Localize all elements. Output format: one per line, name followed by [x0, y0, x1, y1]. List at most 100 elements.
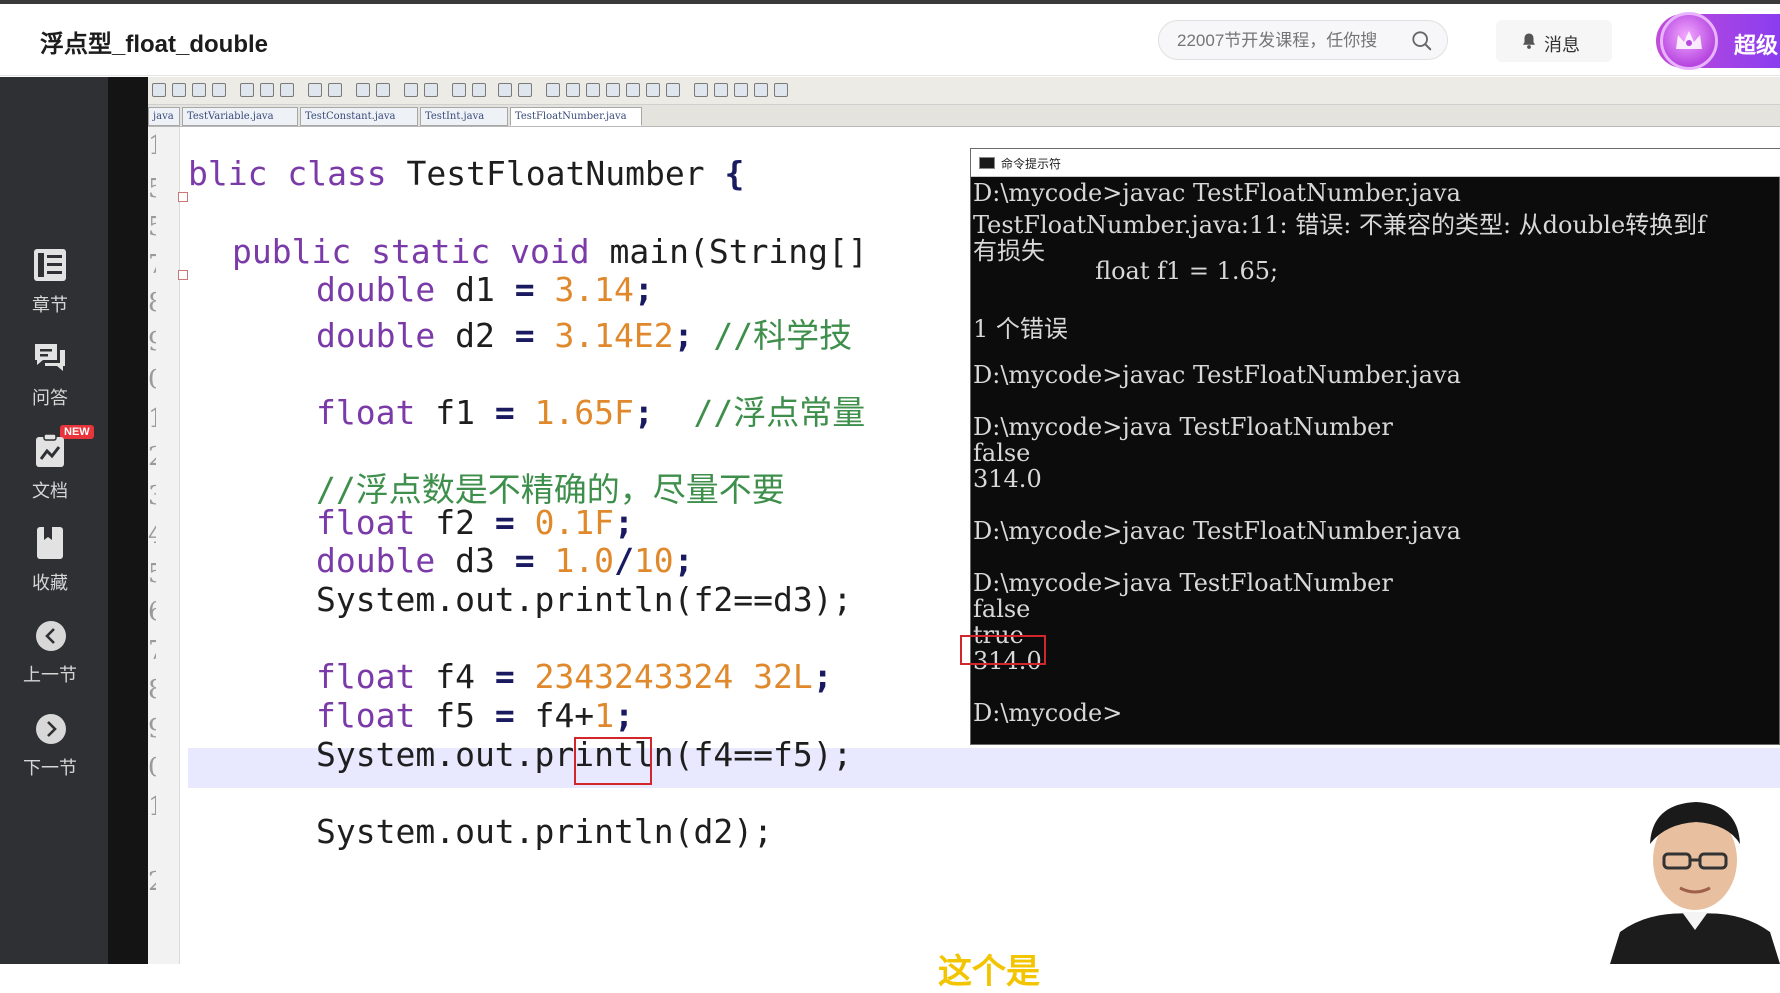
code-operator: = — [514, 541, 535, 580]
line-number: 1 — [148, 792, 156, 822]
fold-marker[interactable] — [178, 270, 188, 280]
replace-icon[interactable] — [376, 83, 390, 97]
edit-icon[interactable] — [626, 83, 640, 97]
messages-button[interactable]: 消息 — [1496, 20, 1612, 62]
terminal-icon — [979, 157, 995, 169]
code-operator: = — [494, 657, 515, 696]
tab-testvariable[interactable]: TestVariable.java — [182, 107, 298, 126]
code-keyword: float — [316, 393, 416, 432]
fold-strip — [180, 127, 188, 964]
tab-testfloatnumber[interactable]: TestFloatNumber.java — [510, 107, 642, 126]
code-line-println3[interactable]: System.out.println(d2); — [316, 812, 773, 851]
sidebar-item-label: 收藏 — [32, 573, 68, 593]
view-icon[interactable] — [666, 83, 680, 97]
fold-marker[interactable] — [178, 192, 188, 202]
code-keyword: float — [316, 503, 416, 542]
code-number: 1.65F — [514, 393, 634, 432]
stop-icon[interactable] — [714, 83, 728, 97]
search-input[interactable] — [1177, 29, 1397, 53]
console-line: 1 个错误 — [973, 315, 1068, 343]
code-line-f1[interactable]: float f1 = 1.65F; //浮点常量 — [316, 386, 865, 434]
line-number: 0 — [148, 753, 156, 783]
code-line-d3[interactable]: double d3 = 1.0/10; — [316, 541, 694, 580]
tab-java[interactable]: java — [148, 107, 180, 126]
sidebar-item-label: 问答 — [32, 388, 68, 408]
annotation-box-code — [574, 737, 652, 785]
redo-icon[interactable] — [328, 83, 342, 97]
code-operator: / — [614, 541, 634, 580]
sidebar-item-docs[interactable]: NEW 文档 — [0, 425, 100, 513]
new-file-icon[interactable] — [152, 83, 166, 97]
code-line-main[interactable]: public static void main(String[] — [232, 232, 888, 271]
sidebar-item-favorites[interactable]: 收藏 — [0, 525, 100, 605]
code-identifier: d3 — [435, 541, 515, 580]
paste-icon[interactable] — [280, 83, 294, 97]
code-line-d1[interactable]: double d1 = 3.14; — [316, 270, 654, 309]
search-box[interactable] — [1158, 20, 1448, 60]
sidebar-item-label: 下一节 — [23, 758, 77, 778]
line-number: 1 — [148, 404, 156, 434]
window-icon[interactable] — [452, 83, 466, 97]
sidebar-item-next[interactable]: 下一节 — [0, 710, 100, 790]
tab-testint[interactable]: TestInt.java — [420, 107, 508, 126]
console-line: false — [973, 439, 1031, 467]
line-number: 2 — [148, 442, 156, 472]
command-prompt-window[interactable]: 命令提示符 D:\mycode>javac TestFloatNumber.ja… — [970, 148, 1780, 745]
play-icon[interactable] — [734, 83, 748, 97]
tool-icon[interactable] — [774, 83, 788, 97]
code-keyword: double — [316, 270, 436, 309]
cut-icon[interactable] — [240, 83, 254, 97]
code-operator: = — [494, 393, 515, 432]
save-icon[interactable] — [192, 83, 206, 97]
line-number: 4 — [148, 520, 156, 550]
block-icon[interactable] — [606, 83, 620, 97]
line-number: 6 — [148, 597, 156, 627]
chevron-left-icon — [36, 621, 66, 651]
code-line-f4[interactable]: float f4 = 2343243324 32L; — [316, 657, 833, 696]
sidebar-item-prev[interactable]: 上一节 — [0, 617, 100, 697]
split-icon[interactable] — [472, 83, 486, 97]
tab-testconstant[interactable]: TestConstant.java — [300, 107, 418, 126]
code-line-d2[interactable]: double d2 = 3.14E2; //科学技 — [316, 309, 852, 357]
zoom-in-icon[interactable] — [404, 83, 418, 97]
line-number: 5 — [148, 559, 156, 589]
sidebar-item-qa[interactable]: 问答 — [0, 340, 100, 420]
code-identifier: f2 — [415, 503, 495, 542]
search-icon[interactable] — [1411, 30, 1433, 52]
code-keyword: double — [316, 541, 436, 580]
find-icon[interactable] — [356, 83, 370, 97]
line-number: 5 — [148, 174, 156, 204]
code-semicolon: ; — [812, 657, 833, 696]
vip-badge[interactable]: 超级 — [1656, 12, 1780, 70]
wrap-icon[interactable] — [498, 83, 512, 97]
console-line: D:\mycode>java TestFloatNumber — [973, 569, 1393, 597]
sidebar-item-chapters[interactable]: 章节 — [0, 247, 100, 327]
pilcrow-icon[interactable] — [518, 83, 532, 97]
zoom-out-icon[interactable] — [424, 83, 438, 97]
code-line-f2[interactable]: float f2 = 0.1F; — [316, 503, 634, 542]
console-titlebar[interactable]: 命令提示符 — [971, 149, 1780, 177]
console-line: D:\mycode>javac TestFloatNumber.java — [973, 361, 1461, 389]
indent-icon[interactable] — [546, 83, 560, 97]
console-line: 314.0 — [973, 465, 1042, 493]
copy-icon[interactable] — [260, 83, 274, 97]
outline-icon[interactable] — [566, 83, 580, 97]
code-identifier: f1 — [415, 393, 495, 432]
code-keyword: float — [316, 696, 416, 735]
undo-icon[interactable] — [308, 83, 322, 97]
code-line-class[interactable]: blic class TestFloatNumber { — [188, 154, 744, 193]
console-line: false — [973, 595, 1031, 623]
file-tab-bar: java TestVariable.java TestConstant.java… — [148, 105, 1780, 127]
code-number: 10 — [633, 541, 674, 580]
code-identifier: f4 — [415, 657, 495, 696]
mail-icon[interactable] — [646, 83, 660, 97]
code-line-f5[interactable]: float f5 = f4+1; — [316, 696, 634, 735]
code-semicolon: ; — [614, 503, 634, 542]
print-icon[interactable] — [212, 83, 226, 97]
code-operator: = — [494, 503, 515, 542]
image-icon[interactable] — [586, 83, 600, 97]
open-file-icon[interactable] — [172, 83, 186, 97]
fast-forward-icon[interactable] — [754, 83, 768, 97]
record-icon[interactable] — [694, 83, 708, 97]
code-line-println1[interactable]: System.out.println(f2==d3); — [316, 580, 852, 619]
